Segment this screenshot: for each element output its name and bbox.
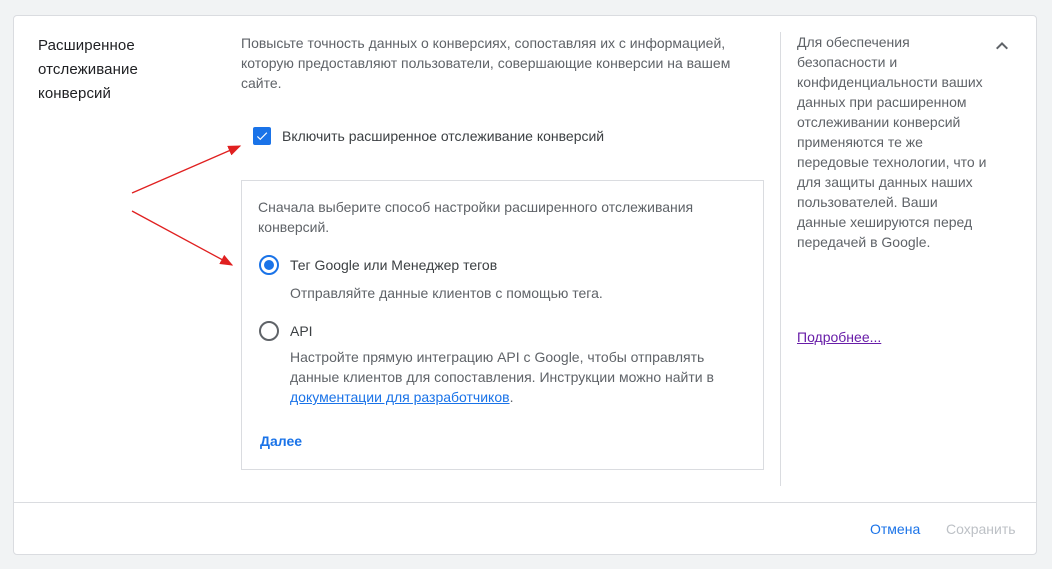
radio-google-tag-description: Отправляйте данные клиентов с помощью те… <box>290 285 603 301</box>
radio-google-tag-label: Тег Google или Менеджер тегов <box>290 257 498 273</box>
radio-api[interactable] <box>259 321 279 341</box>
learn-more-link[interactable]: Подробнее... <box>797 329 881 345</box>
setup-method-panel: Сначала выберите способ настройки расшир… <box>241 180 764 470</box>
radio-option-google-tag[interactable]: Тег Google или Менеджер тегов <box>259 255 497 275</box>
chevron-up-icon[interactable] <box>990 34 1014 58</box>
radio-api-label: API <box>290 323 313 339</box>
enhanced-conversions-card: Расширенное отслеживание конверсий Повыс… <box>13 15 1037 555</box>
cancel-button[interactable]: Отмена <box>870 521 920 537</box>
radio-option-api[interactable]: API <box>259 321 313 341</box>
enable-enhanced-conversions-row[interactable]: Включить расширенное отслеживание конвер… <box>252 126 604 146</box>
developer-docs-link[interactable]: документации для разработчиков <box>290 389 510 405</box>
vertical-divider <box>780 32 781 486</box>
save-button[interactable]: Сохранить <box>946 521 1016 537</box>
setup-method-intro: Сначала выберите способ настройки расшир… <box>258 199 694 235</box>
radio-google-tag[interactable] <box>259 255 279 275</box>
enable-checkbox-label: Включить расширенное отслеживание конвер… <box>282 128 605 144</box>
checkmark-icon <box>256 132 268 141</box>
radio-api-description: Настройте прямую интеграцию API с Google… <box>290 347 750 407</box>
next-button[interactable]: Далее <box>260 433 302 449</box>
footer-divider <box>14 502 1036 503</box>
radio-api-description-text: Настройте прямую интеграцию API с Google… <box>290 349 714 385</box>
radio-selected-dot <box>264 260 274 270</box>
section-title: Расширенное отслеживание конверсий <box>38 37 138 102</box>
privacy-info-text: Для обеспечения безопасности и конфиденц… <box>797 34 987 250</box>
enable-checkbox[interactable] <box>253 127 271 145</box>
section-intro: Повысьте точность данных о конверсиях, с… <box>241 35 731 91</box>
radio-api-description-end: . <box>509 389 514 405</box>
